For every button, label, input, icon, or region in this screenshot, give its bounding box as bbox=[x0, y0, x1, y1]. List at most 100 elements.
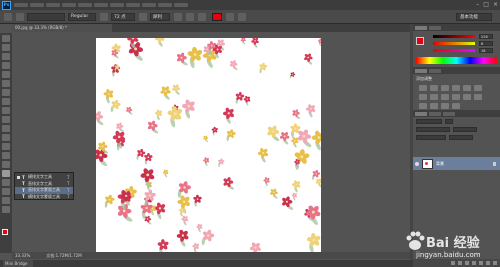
flyout-item-shortcut: T bbox=[67, 187, 70, 193]
invert-icon[interactable] bbox=[474, 94, 482, 100]
history-brush-tool-icon[interactable] bbox=[2, 116, 10, 123]
tab-layers[interactable] bbox=[415, 111, 427, 116]
tab-channels[interactable] bbox=[429, 111, 441, 116]
fill-field[interactable] bbox=[449, 134, 473, 140]
zoom-level[interactable]: 33.33% bbox=[15, 253, 30, 258]
tab-swatches[interactable] bbox=[429, 25, 441, 30]
menu-window[interactable] bbox=[158, 3, 172, 7]
text-color-swatch[interactable] bbox=[212, 12, 222, 21]
antialias-select[interactable]: 犀利 bbox=[150, 12, 170, 21]
hue-saturation-icon[interactable] bbox=[474, 85, 482, 91]
workspace-select[interactable]: 基本功能 bbox=[456, 13, 492, 21]
orientation-toggle-icon[interactable] bbox=[16, 12, 24, 21]
type-tool-icon[interactable] bbox=[2, 170, 10, 177]
channel-mixer-icon[interactable] bbox=[452, 94, 460, 100]
align-center-icon[interactable] bbox=[186, 12, 194, 21]
menu-edit[interactable] bbox=[30, 3, 44, 7]
black-white-icon[interactable] bbox=[430, 94, 438, 100]
menu-layer[interactable] bbox=[62, 3, 76, 7]
color-balance-icon[interactable] bbox=[419, 94, 427, 100]
tab-adjustments[interactable] bbox=[415, 68, 427, 73]
dodge-tool-icon[interactable] bbox=[2, 152, 10, 159]
gradient-tool-icon[interactable] bbox=[2, 134, 10, 141]
zoom-tool-icon[interactable] bbox=[2, 206, 10, 213]
close-icon[interactable]: × bbox=[493, 1, 498, 8]
character-panel-icon[interactable] bbox=[238, 12, 246, 21]
color-spectrum-ramp[interactable] bbox=[416, 57, 497, 64]
font-style-select[interactable]: Regular bbox=[68, 12, 96, 21]
align-right-icon[interactable] bbox=[198, 12, 206, 21]
adjustments-panel-tabs bbox=[413, 67, 500, 74]
selective-color-icon[interactable] bbox=[452, 103, 460, 109]
posterize-icon[interactable] bbox=[419, 103, 427, 109]
warp-text-icon[interactable] bbox=[226, 12, 234, 21]
document-canvas[interactable] bbox=[96, 38, 321, 256]
opacity-field[interactable] bbox=[453, 126, 477, 132]
tab-color[interactable] bbox=[415, 25, 427, 30]
color-panel-foreground-swatch[interactable] bbox=[416, 37, 424, 45]
threshold-icon[interactable] bbox=[430, 103, 438, 109]
filter-toggle[interactable] bbox=[445, 118, 453, 124]
photo-filter-icon[interactable] bbox=[441, 94, 449, 100]
flyout-item-horizontal-type-mask[interactable]: T 横排文字蒙版工具 T bbox=[15, 194, 73, 201]
pen-tool-icon[interactable] bbox=[2, 161, 10, 168]
blue-slider[interactable] bbox=[433, 49, 475, 52]
crop-tool-icon[interactable] bbox=[2, 71, 10, 78]
move-tool-icon[interactable] bbox=[2, 35, 10, 42]
curves-icon[interactable] bbox=[441, 85, 449, 91]
green-value[interactable]: 6 bbox=[479, 41, 493, 46]
document-tab[interactable]: 00.jpg @ 33.3% (RGB/8) * bbox=[12, 24, 112, 32]
flyout-item-label: 直排文字工具 bbox=[28, 180, 52, 186]
healing-brush-tool-icon[interactable] bbox=[2, 89, 10, 96]
quick-select-tool-icon[interactable] bbox=[2, 62, 10, 69]
path-select-tool-icon[interactable] bbox=[2, 179, 10, 186]
levels-icon[interactable] bbox=[430, 85, 438, 91]
menu-select[interactable] bbox=[94, 3, 108, 7]
menu-view[interactable] bbox=[142, 3, 156, 7]
visibility-eye-icon[interactable] bbox=[415, 161, 419, 166]
tab-paths[interactable] bbox=[443, 111, 455, 116]
exposure-icon[interactable] bbox=[452, 85, 460, 91]
clone-stamp-tool-icon[interactable] bbox=[2, 107, 10, 114]
menu-file[interactable] bbox=[14, 3, 28, 7]
foreground-color-swatch[interactable] bbox=[2, 229, 8, 235]
blue-value[interactable]: 18 bbox=[479, 48, 493, 53]
menu-help[interactable] bbox=[174, 3, 188, 7]
red-slider[interactable] bbox=[433, 35, 475, 38]
green-slider[interactable] bbox=[433, 42, 475, 45]
maximize-icon[interactable]: □ bbox=[483, 1, 489, 8]
lock-buttons[interactable] bbox=[416, 134, 446, 140]
menu-filter[interactable] bbox=[110, 3, 124, 7]
blend-mode-select[interactable] bbox=[416, 126, 450, 132]
menu-type[interactable] bbox=[78, 3, 92, 7]
brightness-contrast-icon[interactable] bbox=[419, 85, 427, 91]
text-tool-preset-icon[interactable] bbox=[4, 12, 12, 21]
font-family-select[interactable] bbox=[27, 12, 65, 21]
mini-bridge-tab[interactable]: Mini Bridge bbox=[3, 260, 33, 267]
document-tab-bar: 00.jpg @ 33.3% (RGB/8) * bbox=[12, 24, 410, 32]
red-value[interactable]: 226 bbox=[479, 34, 493, 39]
gradient-map-icon[interactable] bbox=[441, 103, 449, 109]
window-controls: – □ × bbox=[476, 1, 498, 8]
hand-tool-icon[interactable] bbox=[2, 197, 10, 204]
vibrance-icon[interactable] bbox=[463, 85, 471, 91]
flyout-item-vertical-type-mask[interactable]: T 直排文字蒙版工具 T bbox=[15, 187, 73, 194]
eraser-tool-icon[interactable] bbox=[2, 125, 10, 132]
menu-3d[interactable] bbox=[126, 3, 140, 7]
layer-row-background[interactable]: 背景 bbox=[413, 157, 500, 170]
tab-styles[interactable] bbox=[429, 68, 441, 73]
font-size-input[interactable]: 72 点 bbox=[111, 12, 135, 21]
blur-tool-icon[interactable] bbox=[2, 143, 10, 150]
lock-row bbox=[413, 133, 500, 141]
shape-tool-icon[interactable] bbox=[2, 188, 10, 195]
marquee-tool-icon[interactable] bbox=[2, 44, 10, 51]
brush-tool-icon[interactable] bbox=[2, 98, 10, 105]
lasso-tool-icon[interactable] bbox=[2, 53, 10, 60]
layer-kind-filter[interactable] bbox=[416, 118, 442, 124]
color-lookup-icon[interactable] bbox=[463, 94, 471, 100]
menu-image[interactable] bbox=[46, 3, 60, 7]
eyedropper-tool-icon[interactable] bbox=[2, 80, 10, 87]
flyout-item-horizontal-type[interactable]: T 横排文字工具 T bbox=[15, 174, 73, 181]
align-left-icon[interactable] bbox=[174, 12, 182, 21]
minimize-icon[interactable]: – bbox=[476, 1, 479, 8]
